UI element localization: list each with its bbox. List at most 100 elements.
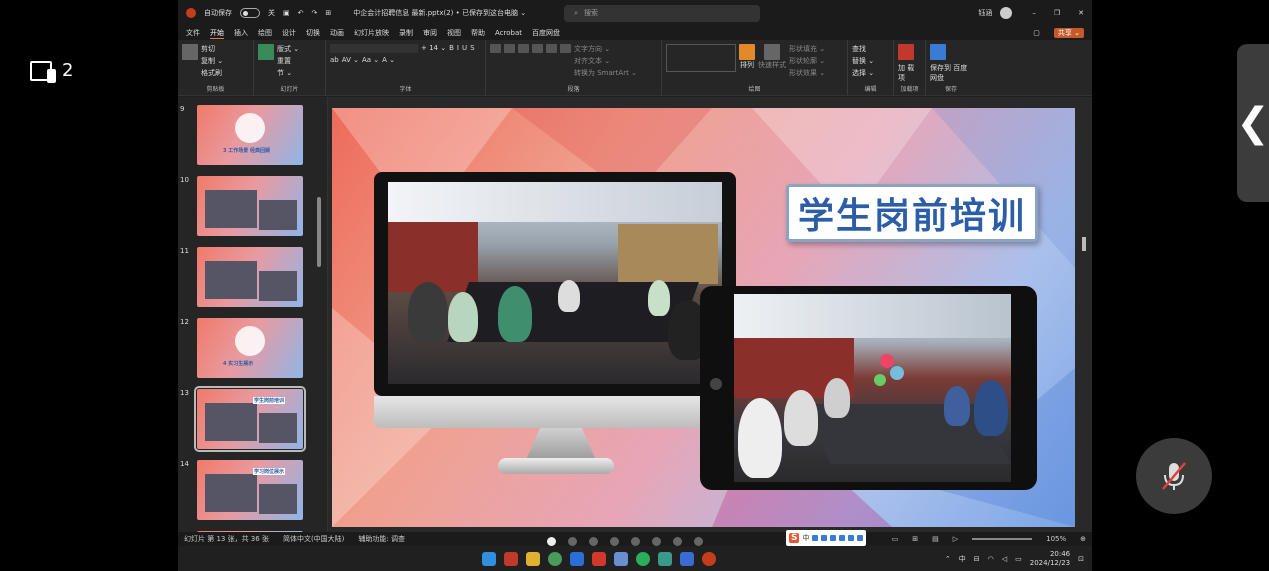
current-slide[interactable]: 学生岗前培训: [332, 108, 1075, 527]
menu-item[interactable]: Acrobat: [495, 29, 522, 37]
restore-button[interactable]: ❐: [1054, 9, 1060, 17]
slide-thumbnail-row[interactable]: 11: [178, 247, 328, 309]
autosave-toggle[interactable]: [240, 8, 260, 18]
ime-icon[interactable]: [812, 535, 819, 541]
tray-expand-icon[interactable]: ⌃: [945, 555, 951, 563]
slide-scrollbar[interactable]: [1082, 237, 1086, 251]
cut-button[interactable]: 剪切: [201, 44, 223, 54]
search-box[interactable]: ⌕ 搜索: [564, 4, 761, 22]
slide-thumbnail[interactable]: 3 工作场景 经典回顾: [197, 105, 303, 165]
powerpoint-taskbar-icon[interactable]: [702, 551, 716, 566]
indent-icon[interactable]: [518, 44, 529, 53]
layout-button[interactable]: 版式 ⌄: [277, 44, 299, 54]
reading-view-icon[interactable]: ▤: [932, 535, 939, 543]
shadow-button[interactable]: ab: [330, 56, 339, 64]
ime-toolbar[interactable]: S 中: [786, 530, 867, 546]
align-center-icon[interactable]: [546, 44, 557, 53]
pdf-app-icon[interactable]: [504, 551, 518, 566]
italic-button[interactable]: I: [457, 44, 459, 53]
addins-icon[interactable]: [898, 44, 914, 60]
slide-editor[interactable]: 学生岗前培训: [328, 97, 1092, 532]
page-dot[interactable]: [610, 537, 619, 546]
document-title[interactable]: 中企会计招聘信息 最新.pptx(2) • 已保存到这台电脑 ⌄: [353, 8, 526, 18]
font-name-select[interactable]: [330, 44, 418, 53]
screen-share-indicator[interactable]: 2: [30, 60, 73, 83]
ime-icon[interactable]: [857, 535, 864, 541]
page-dot[interactable]: [589, 537, 598, 546]
text-direction-button[interactable]: 文字方向 ⌄: [574, 44, 637, 54]
ime-mode-icon[interactable]: ⊟: [974, 555, 980, 563]
numbering-icon[interactable]: [504, 44, 515, 53]
find-button[interactable]: 查找: [852, 44, 874, 54]
wechat-icon[interactable]: [636, 551, 650, 566]
battery-icon[interactable]: ▭: [1015, 555, 1022, 563]
baidu-netdisk-icon[interactable]: [930, 44, 946, 60]
font-size-select[interactable]: + 14 ⌄: [421, 44, 446, 53]
save-to-netdisk-button[interactable]: 保存到 百度网盘: [930, 63, 972, 83]
slide-thumbnail-row[interactable]: 10: [178, 176, 328, 238]
replace-button[interactable]: 替换 ⌄: [852, 56, 874, 66]
quick-styles-icon[interactable]: [764, 44, 780, 60]
tray-time[interactable]: 20:46: [1050, 550, 1070, 559]
new-slide-icon[interactable]: [258, 44, 274, 60]
bullets-icon[interactable]: [490, 44, 501, 53]
slide-thumbnail-row[interactable]: 12 4 实习生展示: [178, 318, 328, 380]
acrobat-icon[interactable]: [592, 551, 606, 566]
accessibility-status[interactable]: 辅助功能: 调查: [358, 534, 405, 544]
char-spacing-button[interactable]: AV ⌄: [342, 56, 359, 64]
ime-icon[interactable]: [830, 535, 837, 541]
section-button[interactable]: 节 ⌄: [277, 68, 299, 78]
app-icon[interactable]: [570, 551, 584, 566]
minimize-button[interactable]: –: [1032, 9, 1036, 17]
page-dot[interactable]: [652, 537, 661, 546]
menu-item[interactable]: 动画: [330, 28, 344, 38]
menu-item[interactable]: 百度网盘: [532, 28, 560, 38]
align-right-icon[interactable]: [560, 44, 571, 53]
notification-icon[interactable]: ⊡: [1078, 555, 1084, 563]
bold-button[interactable]: B: [449, 44, 454, 53]
file-explorer-icon[interactable]: [526, 551, 540, 566]
tray-language[interactable]: 中: [959, 554, 966, 564]
sorter-view-icon[interactable]: ⊞: [912, 535, 918, 543]
slide-thumbnail[interactable]: [197, 247, 303, 307]
zoom-slider[interactable]: [972, 538, 1033, 540]
volume-icon[interactable]: ◁: [1002, 555, 1007, 563]
tray-date[interactable]: 2024/12/23: [1030, 559, 1070, 568]
slide-thumbnail[interactable]: 学生岗前培训: [194, 386, 306, 452]
format-painter-button[interactable]: 格式刷: [201, 68, 223, 78]
page-dot[interactable]: [631, 537, 640, 546]
page-dot[interactable]: [673, 537, 682, 546]
menu-item[interactable]: 设计: [282, 28, 296, 38]
page-dot[interactable]: [694, 537, 703, 546]
slide-thumbnail[interactable]: [197, 176, 303, 236]
arrange-button[interactable]: 排列: [740, 60, 754, 70]
undo-icon[interactable]: ↶: [298, 9, 304, 17]
zoom-level[interactable]: 105%: [1046, 535, 1066, 543]
slideshow-icon[interactable]: ▷: [953, 535, 958, 543]
ime-icon[interactable]: [821, 535, 828, 541]
select-button[interactable]: 选择 ⌄: [852, 68, 874, 78]
menu-item[interactable]: 插入: [234, 28, 248, 38]
menu-item[interactable]: 幻灯片放映: [354, 28, 389, 38]
menu-item[interactable]: 帮助: [471, 28, 485, 38]
browser-icon[interactable]: [548, 551, 562, 566]
avatar[interactable]: [1000, 7, 1013, 19]
menu-item[interactable]: 文件: [186, 28, 200, 38]
page-dot[interactable]: [547, 537, 556, 546]
close-button[interactable]: ✕: [1078, 9, 1084, 17]
app-icon[interactable]: [614, 551, 628, 566]
slide-thumbnail-row[interactable]: 14 学习岗位展示: [178, 460, 328, 522]
shape-fill-button[interactable]: 形状填充 ⌄: [789, 44, 825, 54]
reset-button[interactable]: 重置: [277, 56, 299, 66]
slide-thumbnail-row[interactable]: 13 学生岗前培训: [178, 386, 328, 452]
windows-start-icon[interactable]: [482, 551, 496, 566]
mute-microphone-button[interactable]: [1136, 438, 1212, 514]
change-case-button[interactable]: Aa ⌄: [362, 56, 379, 64]
align-text-button[interactable]: 对齐文本 ⌄: [574, 56, 637, 66]
page-dot[interactable]: [568, 537, 577, 546]
comment-icon[interactable]: ▢: [1033, 29, 1040, 37]
quick-styles-button[interactable]: 快速样式: [758, 60, 786, 70]
normal-view-icon[interactable]: ▭: [892, 535, 899, 543]
copy-button[interactable]: 复制 ⌄: [201, 56, 223, 66]
ime-icon[interactable]: [839, 535, 846, 541]
